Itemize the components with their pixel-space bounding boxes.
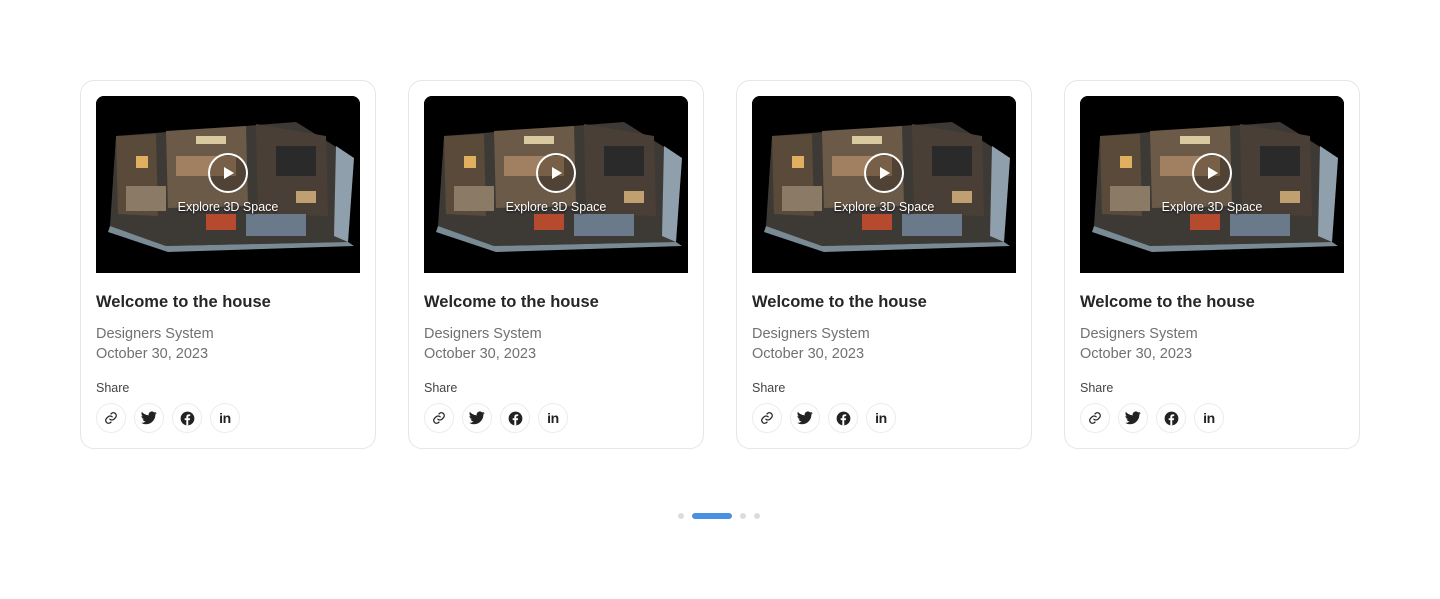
- play-icon: [552, 167, 562, 179]
- card-title: Welcome to the house: [1080, 293, 1255, 311]
- carousel-pagination: [678, 513, 760, 519]
- card-date: October 30, 2023: [1080, 346, 1193, 362]
- card-meta: Designers System October 30, 2023: [1080, 324, 1344, 364]
- card-author: Designers System: [96, 326, 214, 342]
- play-button[interactable]: [208, 153, 248, 193]
- share-buttons: in: [96, 403, 360, 433]
- twitter-icon: [1125, 411, 1141, 425]
- explore-3d-label: Explore 3D Space: [833, 200, 935, 214]
- link-icon: [105, 412, 117, 424]
- play-icon: [1208, 167, 1218, 179]
- video-thumbnail[interactable]: Explore 3D Space: [96, 96, 360, 273]
- card-meta: Designers System October 30, 2023: [752, 324, 1016, 364]
- card-date: October 30, 2023: [96, 346, 209, 362]
- card-author: Designers System: [424, 326, 542, 342]
- card-date: October 30, 2023: [752, 346, 865, 362]
- share-link-button[interactable]: [96, 403, 126, 433]
- facebook-icon: [1164, 411, 1178, 425]
- share-buttons: in: [1080, 403, 1344, 433]
- card-meta: Designers System October 30, 2023: [96, 324, 360, 364]
- linkedin-icon: in: [1203, 410, 1215, 426]
- share-twitter-button[interactable]: [462, 403, 492, 433]
- video-card[interactable]: Explore 3D Space Welcome to the house De…: [408, 80, 704, 449]
- play-button[interactable]: [864, 153, 904, 193]
- share-buttons: in: [752, 403, 1016, 433]
- share-link-button[interactable]: [424, 403, 454, 433]
- pagination-dot[interactable]: [754, 513, 760, 519]
- card-title: Welcome to the house: [96, 293, 271, 311]
- link-icon: [1089, 412, 1101, 424]
- video-thumbnail[interactable]: Explore 3D Space: [1080, 96, 1344, 273]
- video-thumbnail[interactable]: Explore 3D Space: [424, 96, 688, 273]
- card-title: Welcome to the house: [752, 293, 927, 311]
- share-label: Share: [752, 381, 786, 395]
- explore-3d-label: Explore 3D Space: [505, 200, 607, 214]
- card-date: October 30, 2023: [424, 346, 537, 362]
- share-label: Share: [424, 381, 458, 395]
- twitter-icon: [469, 411, 485, 425]
- share-twitter-button[interactable]: [1118, 403, 1148, 433]
- share-buttons: in: [424, 403, 688, 433]
- share-linkedin-button[interactable]: in: [1194, 403, 1224, 433]
- card-author: Designers System: [1080, 326, 1198, 342]
- linkedin-icon: in: [875, 410, 887, 426]
- share-twitter-button[interactable]: [790, 403, 820, 433]
- card-title: Welcome to the house: [424, 293, 599, 311]
- twitter-icon: [141, 411, 157, 425]
- explore-3d-label: Explore 3D Space: [1161, 200, 1263, 214]
- share-linkedin-button[interactable]: in: [210, 403, 240, 433]
- link-icon: [761, 412, 773, 424]
- play-icon: [880, 167, 890, 179]
- share-label: Share: [96, 381, 130, 395]
- card-author: Designers System: [752, 326, 870, 342]
- share-facebook-button[interactable]: [172, 403, 202, 433]
- facebook-icon: [180, 411, 194, 425]
- linkedin-icon: in: [547, 410, 559, 426]
- share-linkedin-button[interactable]: in: [866, 403, 896, 433]
- pagination-dot-active[interactable]: [692, 513, 732, 519]
- explore-3d-label: Explore 3D Space: [177, 200, 279, 214]
- share-link-button[interactable]: [752, 403, 782, 433]
- share-link-button[interactable]: [1080, 403, 1110, 433]
- video-thumbnail[interactable]: Explore 3D Space: [752, 96, 1016, 273]
- linkedin-icon: in: [219, 410, 231, 426]
- share-label: Share: [1080, 381, 1114, 395]
- pagination-dot[interactable]: [740, 513, 746, 519]
- play-icon: [224, 167, 234, 179]
- share-twitter-button[interactable]: [134, 403, 164, 433]
- play-button[interactable]: [536, 153, 576, 193]
- card-list: Explore 3D Space Welcome to the house De…: [80, 80, 1360, 449]
- share-linkedin-button[interactable]: in: [538, 403, 568, 433]
- facebook-icon: [508, 411, 522, 425]
- card-meta: Designers System October 30, 2023: [424, 324, 688, 364]
- pagination-dot[interactable]: [678, 513, 684, 519]
- video-card[interactable]: Explore 3D Space Welcome to the house De…: [80, 80, 376, 449]
- share-facebook-button[interactable]: [1156, 403, 1186, 433]
- share-facebook-button[interactable]: [828, 403, 858, 433]
- video-card[interactable]: Explore 3D Space Welcome to the house De…: [1064, 80, 1360, 449]
- link-icon: [433, 412, 445, 424]
- play-button[interactable]: [1192, 153, 1232, 193]
- video-card[interactable]: Explore 3D Space Welcome to the house De…: [736, 80, 1032, 449]
- facebook-icon: [836, 411, 850, 425]
- share-facebook-button[interactable]: [500, 403, 530, 433]
- twitter-icon: [797, 411, 813, 425]
